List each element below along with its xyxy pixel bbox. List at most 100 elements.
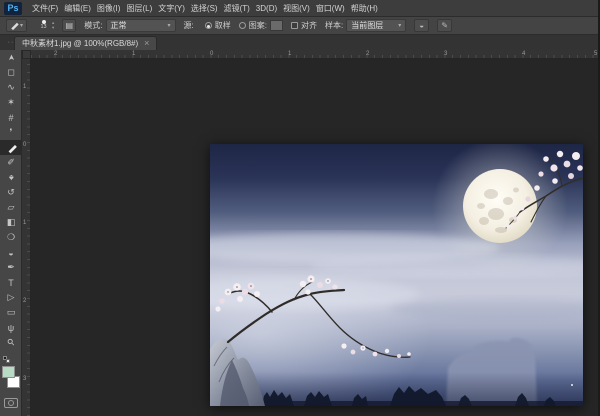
mode-label: 模式: [84,20,102,31]
mode-select[interactable]: 正常 ▾ [106,19,176,32]
sample-select[interactable]: 当前图层 ▾ [346,19,406,32]
dodge-icon: ◒ [8,248,13,258]
menu-layer[interactable]: 图层(L) [123,0,155,17]
menu-file[interactable]: 文件(F) [29,0,61,17]
tool-history-brush[interactable]: ↺ [0,185,22,200]
pattern-label: 图案: [249,20,267,31]
chevron-down-icon: ▾ [168,23,171,29]
tool-rectangular-marquee[interactable]: ◻ [0,65,22,80]
tool-preset-button[interactable]: ▬ ▾ [6,19,27,32]
quick-mask-button[interactable] [4,398,18,408]
healing-brush-icon: ▬ [8,19,20,31]
document-tab-title: 中秋素材1.jpg @ 100%(RGB/8#) [22,38,138,49]
tool-zoom[interactable]: ⚲ [0,335,22,350]
menu-view[interactable]: 视图(V) [280,0,313,17]
ruler-label: 3 [444,50,447,59]
aligned-checkbox[interactable] [291,22,298,29]
vertical-ruler[interactable]: 1 0 1 2 3 [22,59,31,416]
ruler-label: 2 [54,50,57,59]
pattern-picker[interactable] [270,20,283,31]
tablet-pressure-button[interactable]: ✎ [437,19,452,32]
tool-eyedropper[interactable]: ❜ [0,125,22,140]
tool-dodge[interactable]: ◒ [0,245,22,260]
brush-icon: ✐ [7,157,15,168]
ruler-label: 5 [594,50,597,59]
ruler-label: 1 [288,50,291,59]
chevron-down-icon: ▾ [398,23,401,29]
sampled-radio[interactable] [205,22,212,29]
tool-brush[interactable]: ✐ [0,155,22,170]
horizontal-ruler[interactable]: 2 1 0 1 2 3 4 5 [31,50,598,59]
tool-options-bar: ▬ ▾ 13 ▴ ▾ ▤ 模式: 正常 ▾ 源: 取样 图案: 对齐 样本: 当… [0,17,598,35]
shape-icon: ▭ [7,307,16,318]
eraser-icon: ▱ [8,202,15,213]
ignore-adjustment-layers-button[interactable]: ◒ [414,19,429,32]
menu-bar: Ps 文件(F) 编辑(E) 图像(I) 图层(L) 文字(Y) 选择(S) 滤… [0,0,598,17]
menu-window[interactable]: 窗口(W) [313,0,348,17]
brush-size-stepper[interactable]: ▴ ▾ [52,21,54,29]
tool-gradient[interactable]: ◧ [0,215,22,230]
gradient-icon: ◧ [7,217,16,228]
default-colors-icon[interactable] [3,356,11,364]
tablet-pressure-icon: ✎ [441,21,448,30]
zoom-icon: ⚲ [5,336,17,348]
menu-image[interactable]: 图像(I) [94,0,124,17]
sampled-label: 取样 [215,20,231,31]
crop-icon: # [8,113,13,123]
history-brush-icon: ↺ [7,187,15,198]
tool-quick-selection[interactable]: ✶ [0,95,22,110]
tool-shape[interactable]: ▭ [0,305,22,320]
menu-edit[interactable]: 编辑(E) [61,0,94,17]
tool-clone-stamp[interactable]: ♠ [0,170,22,185]
ruler-origin-corner[interactable] [22,50,31,59]
eyedropper-icon: ❜ [10,127,13,138]
foreground-color-swatch[interactable] [2,366,15,378]
ruler-label: 4 [522,50,525,59]
tool-hand[interactable]: ψ [0,320,22,335]
tool-path-selection[interactable]: ▷ [0,290,22,305]
tool-healing-brush[interactable]: ▬ [0,140,22,155]
menu-select[interactable]: 选择(S) [188,0,221,17]
ruler-label: 2 [23,298,26,304]
type-icon: T [8,278,14,288]
brush-panel-toggle-button[interactable]: ▤ [62,19,76,32]
document-tab[interactable]: 中秋素材1.jpg @ 100%(RGB/8#) × [14,36,157,50]
aligned-label: 对齐 [301,20,317,31]
brush-size-picker[interactable]: 13 [37,20,50,31]
clone-stamp-icon: ♠ [9,173,14,183]
tool-blur[interactable]: ❍ [0,230,22,245]
close-icon[interactable]: × [144,39,149,48]
menu-filter[interactable]: 滤镜(T) [221,0,253,17]
document-tab-bar: ·· 中秋素材1.jpg @ 100%(RGB/8#) × [0,35,598,50]
tool-pen[interactable]: ✒ [0,260,22,275]
sample-value: 当前图层 [351,20,383,31]
document-canvas[interactable] [210,144,583,406]
tool-crop[interactable]: # [0,110,22,125]
photoshop-window: Ps 文件(F) 编辑(E) 图像(I) 图层(L) 文字(Y) 选择(S) 滤… [0,0,600,416]
ruler-label: 1 [23,220,26,226]
marquee-icon: ◻ [7,67,14,78]
quick-selection-icon: ✶ [7,97,15,108]
document-image [210,144,583,406]
healing-brush-icon: ▬ [4,141,17,154]
hand-icon: ψ [8,323,14,333]
tool-type[interactable]: T [0,275,22,290]
blur-icon: ❍ [7,232,15,243]
tool-lasso[interactable]: ∿ [0,80,22,95]
tool-move[interactable]: ➤ [0,50,22,65]
mode-value: 正常 [111,20,127,31]
pattern-radio[interactable] [239,22,246,29]
source-label: 源: [184,20,194,31]
tools-panel: ➤ ◻ ∿ ✶ # ❜ ▬ ✐ ♠ ↺ ▱ ◧ ❍ ◒ ✒ T ▷ ▭ ψ ⚲ [0,50,22,416]
ruler-label: 3 [23,376,26,382]
menu-help[interactable]: 帮助(H) [348,0,381,17]
ruler-label: 0 [210,50,213,59]
menu-type[interactable]: 文字(Y) [155,0,188,17]
photoshop-logo-icon: Ps [4,2,22,15]
move-icon: ➤ [6,54,15,61]
menu-3d[interactable]: 3D(D) [253,0,280,17]
brush-panel-icon: ▤ [66,21,74,30]
ruler-label: 0 [23,142,26,148]
lasso-icon: ∿ [7,82,15,93]
tool-eraser[interactable]: ▱ [0,200,22,215]
